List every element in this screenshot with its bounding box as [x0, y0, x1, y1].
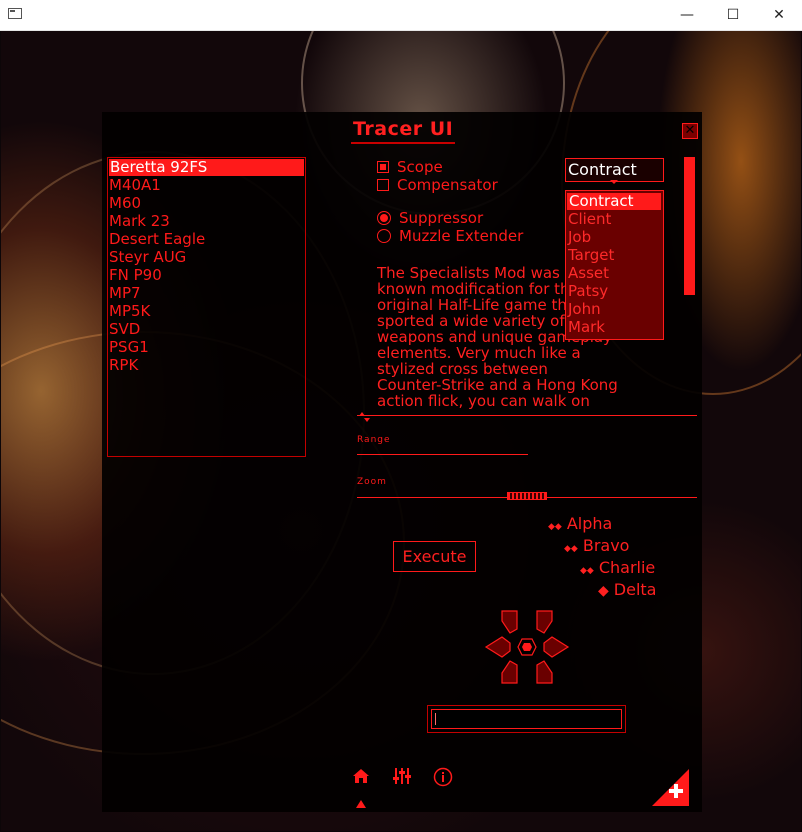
checkbox-label: Scope [397, 158, 443, 176]
checkbox-box [377, 179, 389, 191]
weapon-list-item[interactable]: MP5K [108, 302, 305, 320]
radio-circle [377, 229, 391, 243]
checkbox-box [377, 161, 389, 173]
diamond-icon: ◆◆ [564, 544, 578, 554]
checkbox-label: Compensator [397, 176, 498, 194]
tracer-panel: Tracer UI ✕ Beretta 92FS M40A1 M60 Mark 23 D… [102, 112, 702, 812]
dropdown-option[interactable]: Contract [567, 193, 661, 210]
info-icon[interactable] [433, 767, 453, 787]
chevron-down-icon [610, 180, 618, 184]
tree-item-label: Delta [613, 580, 657, 599]
dropdown-options[interactable]: Contract Client Job Target Asset Patsy John Mar… [565, 190, 664, 340]
weapon-list-item[interactable]: SVD [108, 320, 305, 338]
window-titlebar: — ☐ ✕ [0, 0, 802, 31]
tree-item-charlie[interactable]: ◆◆ Charlie [580, 558, 655, 578]
dpad-down-left[interactable] [501, 660, 518, 684]
zoom-slider-handle[interactable] [507, 492, 547, 500]
dropdown-option[interactable]: John [566, 300, 663, 318]
command-input[interactable] [431, 709, 622, 729]
compensator-checkbox[interactable]: Compensator [377, 176, 498, 194]
description-line: elements. Very much like a [377, 344, 581, 362]
weapon-list-item[interactable]: MP7 [108, 284, 305, 302]
scope-checkbox[interactable]: Scope [377, 158, 443, 176]
dropdown-option[interactable]: Patsy [566, 282, 663, 300]
scrollbar-thumb[interactable] [684, 157, 695, 295]
weapon-list-item[interactable]: Steyr AUG [108, 248, 305, 266]
tree-item-label: Alpha [566, 514, 613, 533]
dropdown-option[interactable]: Asset [566, 264, 663, 282]
corner-add-button[interactable] [652, 769, 689, 806]
weapon-list-item[interactable]: PSG1 [108, 338, 305, 356]
range-slider[interactable] [357, 454, 528, 455]
minimize-button[interactable]: — [664, 0, 710, 30]
dpad-down-right[interactable] [536, 660, 553, 684]
description-line: Counter-Strike and a Hong Kong [377, 376, 618, 394]
description-line: stylized cross between [377, 360, 548, 378]
dropdown-value: Contract [568, 160, 637, 179]
dropdown-option[interactable]: Mark [566, 318, 663, 336]
weapon-list-item[interactable]: FN P90 [108, 266, 305, 284]
sliders-icon[interactable] [392, 767, 412, 785]
panel-close-button[interactable]: ✕ [682, 123, 698, 139]
weapon-list-item[interactable]: Beretta 92FS [109, 159, 304, 176]
diamond-icon: ◆ [598, 583, 609, 599]
tree-item-bravo[interactable]: ◆◆ Bravo [564, 536, 629, 556]
dropdown-option[interactable]: Target [566, 246, 663, 264]
background-image: Tracer UI ✕ Beretta 92FS M40A1 M60 Mark 23 D… [1, 31, 801, 831]
weapon-list-item[interactable]: Desert Eagle [108, 230, 305, 248]
text-cursor [435, 713, 436, 725]
radio-label: Muzzle Extender [399, 227, 524, 245]
role-dropdown[interactable]: Contract [565, 158, 664, 184]
close-icon: ✕ [684, 123, 696, 138]
zoom-label: Zoom [357, 477, 387, 487]
dropdown-option[interactable]: Job [566, 228, 663, 246]
dpad-up-right[interactable] [536, 610, 553, 634]
tree-item-delta[interactable]: ◆ Delta [598, 580, 656, 600]
description-line: action flick, you can walk on [377, 392, 590, 410]
nav-indicator [356, 800, 366, 808]
resize-arrows-icon[interactable] [357, 412, 371, 422]
muzzle-extender-radio[interactable]: Muzzle Extender [377, 227, 523, 245]
panel-title: Tracer UI [351, 118, 456, 144]
maximize-button[interactable]: ☐ [710, 0, 756, 30]
dpad-right[interactable] [543, 636, 570, 658]
tree-item-label: Bravo [582, 536, 630, 555]
command-input-frame [427, 705, 626, 733]
divider [357, 415, 697, 416]
dpad-icon[interactable] [482, 607, 572, 687]
dropdown-option[interactable]: Client [566, 210, 663, 228]
dpad-left[interactable] [484, 636, 511, 658]
diamond-icon: ◆◆ [580, 566, 594, 576]
tree-item-label: Charlie [598, 558, 656, 577]
weapon-list-item[interactable]: M60 [108, 194, 305, 212]
execute-button[interactable]: Execute [393, 541, 476, 572]
weapon-list-item[interactable]: Mark 23 [108, 212, 305, 230]
weapon-list[interactable]: Beretta 92FS M40A1 M60 Mark 23 Desert Eagle S… [107, 157, 306, 457]
range-label: Range [357, 435, 391, 445]
radio-label: Suppressor [399, 209, 484, 227]
dpad-up-left[interactable] [501, 610, 518, 634]
home-icon[interactable] [352, 768, 370, 784]
weapon-list-item[interactable]: RPK [108, 356, 305, 374]
diamond-icon: ◆◆ [548, 522, 562, 532]
suppressor-radio[interactable]: Suppressor [377, 209, 483, 227]
app-icon [8, 8, 22, 19]
window-close-button[interactable]: ✕ [756, 0, 802, 30]
radio-circle [377, 211, 391, 225]
tree-item-alpha[interactable]: ◆◆ Alpha [548, 514, 612, 534]
weapon-list-item[interactable]: M40A1 [108, 176, 305, 194]
textarea-scrollbar[interactable] [682, 157, 696, 297]
